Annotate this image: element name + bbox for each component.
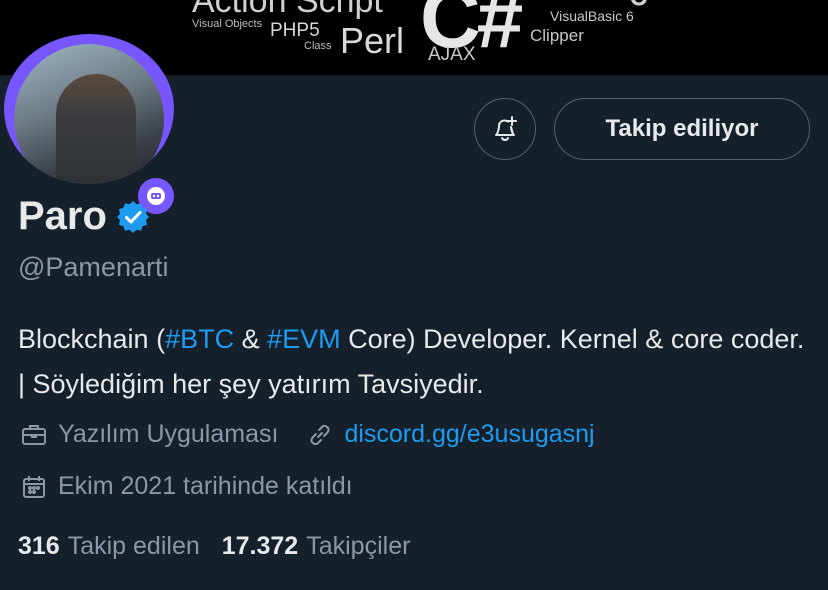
following-count: 316	[18, 532, 60, 560]
website-link[interactable]: discord.gg/e3usugasnj	[344, 420, 594, 449]
banner-word: PHP5	[270, 20, 320, 41]
banner-word: Perl	[340, 20, 405, 61]
bio-text: &	[234, 324, 268, 354]
verified-badge-icon[interactable]	[115, 199, 151, 235]
display-name-row: Paro	[18, 194, 151, 239]
banner-word: Class	[304, 40, 332, 52]
category-label: Yazılım Uygulaması	[58, 420, 279, 448]
calendar-icon	[23, 475, 45, 498]
joined-row: Ekim 2021 tarihinde katıldı	[20, 472, 381, 501]
bell-plus-icon	[495, 116, 517, 141]
following-button[interactable]: Takip ediliyor	[554, 98, 810, 160]
link-icon	[310, 424, 330, 445]
profile-bio: Blockchain (#BTC & #EVM Core) Developer.…	[18, 317, 818, 407]
follow-stats: 316 Takip edilen 17.372 Takipçiler	[18, 532, 432, 561]
followers-label: Takipçiler	[306, 532, 411, 560]
followers-count: 17.372	[221, 532, 299, 560]
display-name: Paro	[18, 194, 107, 238]
followers-stat[interactable]: 17.372 Takipçiler	[222, 532, 411, 561]
avatar[interactable]	[2, 34, 178, 217]
bio-text: Blockchain (	[18, 324, 166, 354]
banner-word: Visual Objects	[192, 18, 263, 30]
hashtag-link[interactable]: #EVM	[267, 324, 341, 354]
user-handle: @Pamenarti	[18, 252, 169, 282]
avatar-ring	[4, 34, 174, 184]
following-label: Takip edilen	[67, 532, 200, 560]
briefcase-icon	[22, 424, 46, 445]
following-stat[interactable]: 316 Takip edilen	[18, 532, 200, 561]
joined-label: Ekim 2021 tarihinde katıldı	[58, 472, 353, 500]
avatar-photo	[14, 44, 164, 184]
banner-word: J	[630, 0, 650, 15]
banner-word: VisualBasic 6	[550, 8, 634, 24]
banner-word: Clipper	[530, 26, 584, 45]
category-item: Yazılım Uygulaması	[20, 420, 278, 449]
notifications-button[interactable]	[474, 98, 536, 160]
hashtag-link[interactable]: #BTC	[165, 324, 234, 354]
banner-word: AJAX	[428, 44, 476, 65]
website-item[interactable]: discord.gg/e3usugasnj	[306, 420, 595, 449]
profile-meta: Yazılım Uygulaması discord.gg/e3usugasnj	[20, 420, 623, 449]
avatar-person-shape	[56, 74, 136, 184]
joined-item: Ekim 2021 tarihinde katıldı	[20, 472, 353, 501]
